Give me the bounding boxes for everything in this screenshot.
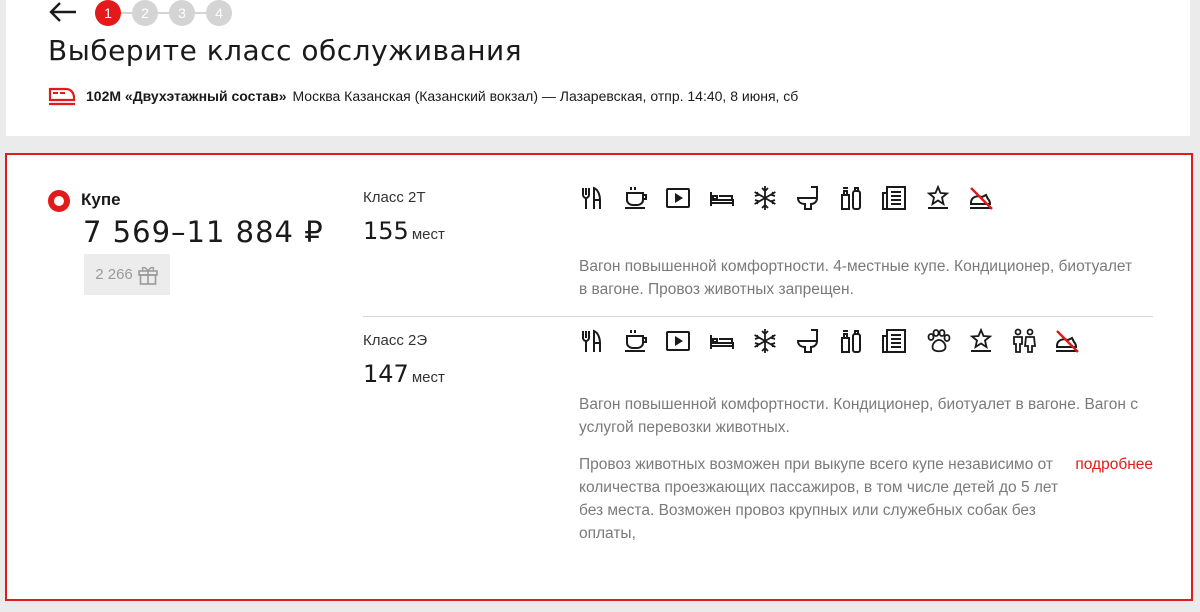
press-icon bbox=[881, 185, 907, 211]
back-arrow-icon[interactable] bbox=[48, 0, 78, 24]
toilet-icon bbox=[795, 185, 821, 211]
class-radio-selected[interactable] bbox=[48, 190, 70, 212]
train-info: 102М «Двухэтажный состав» Москва Казанск… bbox=[48, 85, 798, 107]
bonus-points-badge[interactable]: 2 266 bbox=[84, 254, 170, 295]
gift-icon bbox=[137, 266, 158, 285]
car-option-2e[interactable]: Класс 2Э 147 мест Вагон повышенной комфор… bbox=[363, 318, 1153, 578]
amenity-icons bbox=[579, 327, 1097, 354]
step-4: 4 bbox=[206, 0, 232, 26]
car-description: Вагон повышенной комфортности. 4-местные… bbox=[579, 258, 1133, 298]
coffee-icon bbox=[622, 185, 648, 211]
bed-icon bbox=[709, 328, 735, 354]
snowflake-ac-icon bbox=[752, 328, 778, 354]
step-2: 2 bbox=[132, 0, 169, 26]
hygiene-kit-icon bbox=[838, 328, 864, 354]
hygiene-kit-icon bbox=[838, 185, 864, 211]
step-1: 1 bbox=[95, 0, 132, 26]
family-icon bbox=[1011, 328, 1037, 354]
amenity-icons bbox=[579, 184, 1011, 211]
pets-policy-text: Провоз животных возможен при выкупе всег… bbox=[579, 456, 1059, 542]
bed-icon bbox=[709, 185, 735, 211]
star-service-icon bbox=[968, 327, 994, 354]
video-icon bbox=[665, 328, 691, 354]
car-class-label: Класс 2Э bbox=[363, 332, 428, 349]
cutlery-icon bbox=[579, 185, 605, 211]
class-name: Купе bbox=[81, 190, 121, 209]
seats-count: 147 мест bbox=[363, 360, 445, 388]
no-pets-icon bbox=[1054, 328, 1080, 354]
train-name: 102М «Двухэтажный состав» bbox=[86, 88, 287, 104]
service-class-card[interactable]: Купе 7 569–11 884 ₽ 2 266 Класс 2Т 155 ме… bbox=[5, 153, 1193, 601]
bonus-points: 2 266 bbox=[95, 266, 133, 283]
cutlery-icon bbox=[579, 328, 605, 354]
paw-pets-icon bbox=[925, 328, 951, 354]
coffee-icon bbox=[622, 328, 648, 354]
departure: отпр. 14:40, 8 июня, сб bbox=[650, 88, 799, 104]
header-card: 1 2 3 4 Выберите класс обслуживания 102М… bbox=[6, 0, 1190, 136]
snowflake-ac-icon bbox=[752, 185, 778, 211]
car-option-2t[interactable]: Класс 2Т 155 мест Вагон повышенной комфор… bbox=[363, 175, 1153, 317]
step-indicator: 1 2 3 4 bbox=[95, 0, 243, 26]
train-icon bbox=[48, 87, 76, 106]
page-title: Выберите класс обслуживания bbox=[48, 34, 523, 67]
car-description: Вагон повышенной комфортности. Кондицион… bbox=[579, 396, 1138, 436]
toilet-icon bbox=[795, 328, 821, 354]
star-service-icon bbox=[925, 184, 951, 211]
car-class-label: Класс 2Т bbox=[363, 189, 426, 206]
seats-count: 155 мест bbox=[363, 217, 445, 245]
no-pets-icon bbox=[968, 185, 994, 211]
price-range: 7 569–11 884 ₽ bbox=[83, 215, 324, 249]
step-3: 3 bbox=[169, 0, 206, 26]
route: Москва Казанская (Казанский вокзал) — Ла… bbox=[292, 88, 647, 104]
more-details-link[interactable]: подробнее bbox=[1075, 453, 1153, 476]
press-icon bbox=[881, 328, 907, 354]
video-icon bbox=[665, 185, 691, 211]
